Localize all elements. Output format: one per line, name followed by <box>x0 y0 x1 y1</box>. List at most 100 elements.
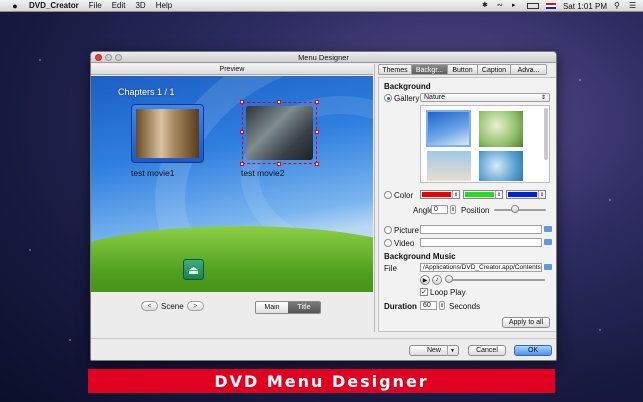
flag-icon[interactable] <box>545 3 556 9</box>
gallery-radio[interactable] <box>384 94 392 102</box>
resize-handle[interactable] <box>315 100 319 104</box>
3d-menu[interactable]: 3D <box>135 1 145 10</box>
picture-radio[interactable] <box>384 226 392 234</box>
color-picker-2[interactable]: ⇕ <box>463 190 503 199</box>
gallery-thumbnail[interactable] <box>427 151 471 181</box>
resize-handle[interactable] <box>277 100 281 104</box>
gallery-thumbnail[interactable] <box>479 111 523 147</box>
resize-handle[interactable] <box>315 130 319 134</box>
folder-icon[interactable] <box>544 239 552 245</box>
loop-play-label: Loop Play <box>430 288 466 297</box>
color-picker-1[interactable]: ⇕ <box>420 190 460 199</box>
resize-handle[interactable] <box>277 162 281 166</box>
bluetooth-icon[interactable]: ✱ <box>482 2 490 10</box>
apple-icon[interactable]: ● <box>9 0 21 12</box>
video-label: Video <box>394 239 415 248</box>
color-swatch <box>465 192 494 197</box>
next-scene-button[interactable]: > <box>186 301 204 311</box>
gallery-thumbnail[interactable] <box>426 110 471 147</box>
stepper-icon[interactable]: ⇕ <box>452 191 459 198</box>
wifi-icon[interactable]: ∾ <box>497 2 505 10</box>
video-radio[interactable] <box>384 239 392 247</box>
menu-designer-window: Menu Designer Preview Chapters 1 / 1 tes… <box>90 51 557 361</box>
resize-handle[interactable] <box>240 130 244 134</box>
spotlight-icon[interactable]: ⚲ <box>614 2 622 10</box>
list-icon[interactable]: ☰ <box>629 2 637 10</box>
resize-handle[interactable] <box>315 162 319 166</box>
chapter-thumbnail-2[interactable] <box>240 100 319 166</box>
video-path-field[interactable] <box>420 238 542 247</box>
color-picker-3[interactable]: ⇕ <box>506 190 546 199</box>
scene-label: Scene <box>161 301 184 311</box>
help-menu[interactable]: Help <box>156 1 172 10</box>
scene-navigator: < Scene > <box>141 301 204 311</box>
resize-handle[interactable] <box>240 162 244 166</box>
position-slider-knob[interactable] <box>511 205 519 213</box>
app-menu[interactable]: DVD_Creator <box>29 1 79 10</box>
duration-label: Duration <box>384 302 417 311</box>
stepper-icon[interactable]: ⇕ <box>538 191 545 198</box>
menu-segmented-control: Main Title <box>255 301 321 314</box>
promo-banner: DVD Menu Designer <box>88 369 555 393</box>
chapter-label-2[interactable]: test movie2 <box>241 168 284 178</box>
minimize-window-button[interactable] <box>105 54 112 61</box>
color-swatch <box>422 192 451 197</box>
gallery-select-value: Nature <box>424 94 446 101</box>
color-swatch <box>508 192 537 197</box>
stepper-icon[interactable]: ⇕ <box>495 191 502 198</box>
edit-menu[interactable]: Edit <box>112 1 126 10</box>
title-segment[interactable]: Title <box>288 302 320 313</box>
battery-icon[interactable] <box>526 3 539 9</box>
angle-field[interactable]: 0 <box>431 205 448 214</box>
apply-to-all-button[interactable]: Apply to all <box>502 317 550 328</box>
chapter-thumbnail-1[interactable] <box>131 104 204 163</box>
duration-field[interactable]: 60 <box>420 301 437 310</box>
folder-icon[interactable] <box>544 264 552 270</box>
zoom-window-button[interactable] <box>115 54 122 61</box>
position-slider[interactable] <box>494 209 546 211</box>
preview-canvas[interactable]: Chapters 1 / 1 test movie1 test movie2 ⏏ <box>91 76 373 292</box>
tab-advanced[interactable]: Adva... <box>511 64 547 75</box>
eject-icon[interactable]: ⏏ <box>183 259 204 280</box>
folder-icon[interactable] <box>544 226 552 232</box>
gallery-thumbnail[interactable] <box>479 151 523 181</box>
thumbnail-image <box>246 106 313 160</box>
close-window-button[interactable] <box>95 54 102 61</box>
volume-icon[interactable]: ♪ <box>432 275 442 285</box>
loop-play-checkbox[interactable]: ✓ <box>420 288 428 296</box>
tab-background[interactable]: Backgr... <box>412 64 448 75</box>
music-section-title: Background Music <box>384 252 456 261</box>
gallery-select[interactable]: Nature ⇕ <box>420 93 550 102</box>
color-radio[interactable] <box>384 191 392 199</box>
bg-hill <box>91 226 373 292</box>
ok-button[interactable]: OK <box>514 345 552 356</box>
music-file-label: File <box>384 264 397 273</box>
clock[interactable]: Sat 1:01 PM <box>563 2 607 11</box>
tab-caption[interactable]: Caption <box>478 64 511 75</box>
window-titlebar[interactable]: Menu Designer <box>91 52 556 63</box>
tab-button[interactable]: Button <box>448 64 478 75</box>
new-button[interactable]: New ▼ <box>409 345 459 356</box>
music-progress-slider[interactable] <box>445 279 545 281</box>
play-icon[interactable]: ▶ <box>420 275 430 285</box>
music-progress-knob[interactable] <box>445 275 453 283</box>
prev-scene-button[interactable]: < <box>141 301 158 311</box>
volume-icon[interactable]: ▸ <box>512 2 520 10</box>
chapter-label-1[interactable]: test movie1 <box>131 168 174 178</box>
thumbnail-image <box>136 109 199 158</box>
panel-tabs: Themes Backgr... Button Caption Adva... <box>378 64 547 75</box>
gallery-scrollbar[interactable] <box>544 108 548 160</box>
chevron-down-icon: ▼ <box>447 346 455 356</box>
tab-themes[interactable]: Themes <box>378 64 412 75</box>
resize-handle[interactable] <box>240 100 244 104</box>
angle-stepper[interactable]: ⇕ <box>450 205 456 214</box>
main-segment[interactable]: Main <box>256 302 288 313</box>
background-section-title: Background <box>384 82 431 91</box>
cancel-button[interactable]: Cancel <box>468 345 506 356</box>
file-menu[interactable]: File <box>89 1 102 10</box>
picture-path-field[interactable] <box>420 225 542 234</box>
music-file-field[interactable]: /Applications/DVD_Creator.app/Contents..… <box>420 263 542 272</box>
duration-stepper[interactable]: ⇕ <box>439 301 445 310</box>
gallery-grid[interactable] <box>420 105 550 183</box>
chapters-label: Chapters 1 / 1 <box>118 87 175 97</box>
